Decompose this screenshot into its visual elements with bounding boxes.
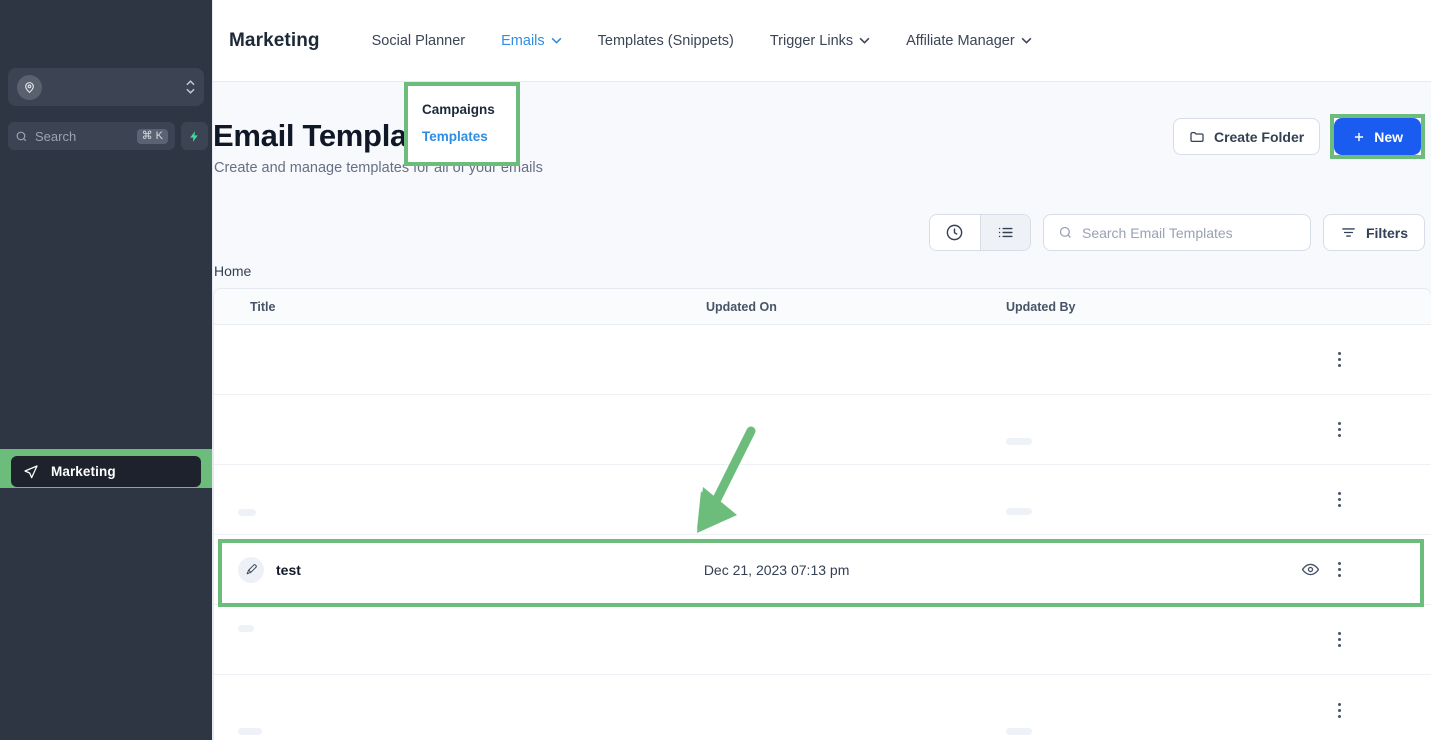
skeleton-placeholder <box>1006 508 1032 515</box>
table-row[interactable] <box>214 675 1431 740</box>
plus-icon <box>1355 132 1364 141</box>
clock-icon <box>947 224 963 241</box>
breadcrumb-home[interactable]: Home <box>214 263 251 279</box>
skeleton-placeholder <box>238 625 254 632</box>
skeleton-placeholder <box>1006 438 1032 445</box>
new-button-highlight: New <box>1330 114 1425 159</box>
chevron-down-icon <box>1021 37 1032 44</box>
search-input[interactable]: Search ⌘ K <box>8 122 175 150</box>
new-button[interactable]: New <box>1334 118 1421 155</box>
table-row[interactable] <box>214 325 1431 395</box>
row-title-cell <box>214 686 706 735</box>
row-actions-cell <box>1306 702 1431 718</box>
search-icon <box>16 131 27 141</box>
top-navbar: Marketing Social Planner Emails Template… <box>213 0 1431 82</box>
kebab-menu-icon[interactable] <box>1338 562 1341 577</box>
dropdown-item-campaigns[interactable]: Campaigns <box>408 96 516 123</box>
row-actions-cell <box>1306 422 1431 437</box>
table-row-test[interactable]: test Dec 21, 2023 07:13 pm <box>214 535 1431 605</box>
table-row[interactable] <box>214 395 1431 465</box>
sidebar-item-marketing[interactable]: Marketing <box>11 456 201 487</box>
list-icon <box>998 227 1013 238</box>
skeleton-placeholder <box>238 509 256 516</box>
tab-label: Affiliate Manager <box>906 32 1015 49</box>
new-button-label: New <box>1374 128 1403 145</box>
chevron-down-icon <box>859 37 870 44</box>
column-header-updated-on: Updated On <box>706 299 777 314</box>
chevron-down-icon <box>551 37 562 44</box>
templates-table: Title Updated On Updated By test Dec 21,… <box>213 288 1431 740</box>
create-folder-label: Create Folder <box>1213 128 1305 145</box>
create-folder-button[interactable]: Create Folder <box>1172 118 1321 155</box>
folder-icon <box>1190 131 1204 142</box>
row-actions-cell <box>1306 352 1431 367</box>
row-title-label: test <box>276 561 301 578</box>
page-header: Email Templates Create and manage templa… <box>213 82 1431 176</box>
filters-button[interactable]: Filters <box>1322 214 1425 251</box>
top-nav-items: Social Planner Emails Templates (Snippet… <box>354 27 1050 55</box>
row-updated-by-cell <box>1006 414 1306 445</box>
search-placeholder: Search <box>35 128 77 144</box>
quick-action-button[interactable] <box>181 122 208 150</box>
list-view-toggle[interactable] <box>979 215 1030 250</box>
tab-affiliate-manager[interactable]: Affiliate Manager <box>888 27 1050 55</box>
tab-emails[interactable]: Emails <box>483 27 580 55</box>
column-header-updated-by: Updated By <box>1006 299 1076 314</box>
filter-icon <box>1342 228 1355 237</box>
kebab-menu-icon[interactable] <box>1338 632 1341 647</box>
filters-label: Filters <box>1365 224 1408 241</box>
lightning-bolt-icon <box>190 130 198 142</box>
chevron-up-down-icon <box>186 80 195 94</box>
column-header-title: Title <box>250 299 276 314</box>
sidebar: Search ⌘ K Marketing <box>0 0 212 740</box>
main-content: Marketing Social Planner Emails Template… <box>212 0 1431 740</box>
eye-icon[interactable] <box>1301 560 1320 579</box>
tab-label: Templates (Snippets) <box>597 32 734 49</box>
page-header-actions: Create Folder New <box>1172 114 1425 159</box>
row-updated-on-cell: Dec 21, 2023 07:13 pm <box>703 561 850 578</box>
tab-templates-snippets[interactable]: Templates (Snippets) <box>580 27 752 55</box>
account-switcher[interactable] <box>8 68 204 106</box>
emails-dropdown-menu: Campaigns Templates <box>408 86 516 162</box>
recent-view-toggle[interactable] <box>929 215 980 250</box>
row-updated-by-cell <box>1006 484 1306 515</box>
row-actions-cell <box>1306 492 1431 507</box>
app-title: Marketing <box>229 29 320 51</box>
search-icon <box>1059 226 1071 238</box>
emails-dropdown-highlight: Campaigns Templates <box>404 82 520 166</box>
tab-label: Emails <box>501 32 545 49</box>
app-root: Search ⌘ K Marketing Marketing Social Pl… <box>0 0 1431 740</box>
tab-label: Trigger Links <box>769 32 854 49</box>
paper-plane-icon <box>24 464 38 478</box>
sidebar-item-marketing-highlight: Marketing <box>0 449 212 488</box>
view-toggle-group <box>928 214 1031 251</box>
kebab-menu-icon[interactable] <box>1338 492 1341 507</box>
location-pin-icon <box>17 74 42 100</box>
tab-label: Social Planner <box>371 32 466 49</box>
kebab-menu-icon[interactable] <box>1338 422 1341 437</box>
paintbrush-icon <box>238 556 264 583</box>
sidebar-search-row: Search ⌘ K <box>8 122 208 150</box>
search-templates-placeholder: Search Email Templates <box>1081 224 1233 241</box>
row-updated-by-cell <box>1006 686 1306 735</box>
table-row[interactable] <box>214 605 1431 675</box>
skeleton-placeholder <box>1006 727 1032 735</box>
tab-trigger-links[interactable]: Trigger Links <box>752 27 888 55</box>
dropdown-item-templates[interactable]: Templates <box>408 123 516 150</box>
breadcrumb[interactable]: Home <box>214 263 251 279</box>
row-actions-cell <box>1306 632 1431 647</box>
table-row[interactable] <box>214 465 1431 535</box>
row-title-cell <box>214 483 706 516</box>
list-toolbar: Search Email Templates Filters <box>928 214 1425 251</box>
tab-social-planner[interactable]: Social Planner <box>354 27 484 55</box>
kebab-menu-icon[interactable] <box>1338 352 1341 367</box>
skeleton-placeholder <box>238 727 262 735</box>
sidebar-item-label: Marketing <box>51 464 116 479</box>
row-title-cell: test <box>214 556 704 583</box>
search-email-templates-input[interactable]: Search Email Templates <box>1042 214 1311 251</box>
row-actions-cell <box>1301 560 1431 579</box>
search-shortcut-badge: ⌘ K <box>136 128 168 144</box>
kebab-menu-icon[interactable] <box>1338 702 1341 718</box>
table-header-row: Title Updated On Updated By <box>214 289 1431 325</box>
